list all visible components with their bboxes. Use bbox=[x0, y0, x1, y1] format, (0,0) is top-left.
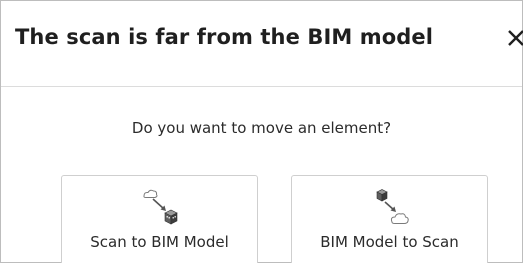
scan-to-bim-model-label: Scan to BIM Model bbox=[90, 233, 229, 251]
dialog-question: Do you want to move an element? bbox=[131, 119, 392, 137]
bim-model-to-scan-button[interactable]: BIM Model to Scan bbox=[291, 175, 488, 263]
dialog: The scan is far from the BIM model Do yo… bbox=[0, 0, 523, 263]
bim-model-to-scan-label: BIM Model to Scan bbox=[320, 233, 459, 251]
close-button[interactable] bbox=[507, 23, 523, 53]
close-icon bbox=[508, 30, 523, 46]
bim-to-scan-icon bbox=[375, 189, 409, 224]
scan-to-bim-icon bbox=[142, 189, 178, 225]
dialog-header: The scan is far from the BIM model bbox=[1, 1, 523, 87]
dialog-title: The scan is far from the BIM model bbox=[15, 25, 434, 49]
scan-to-bim-model-button[interactable]: Scan to BIM Model bbox=[61, 175, 258, 263]
